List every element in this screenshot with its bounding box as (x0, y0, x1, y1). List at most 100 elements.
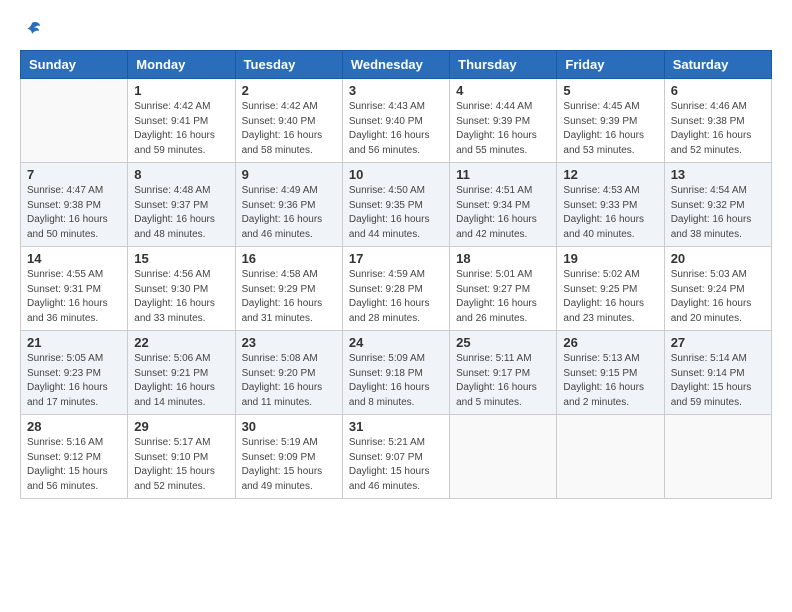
day-number-23: 23 (242, 335, 336, 350)
week-row-1: 1Sunrise: 4:42 AMSunset: 9:41 PMDaylight… (21, 79, 772, 163)
day-number-14: 14 (27, 251, 121, 266)
weekday-header-thursday: Thursday (450, 51, 557, 79)
day-info-2: Sunrise: 4:42 AMSunset: 9:40 PMDaylight:… (242, 100, 336, 158)
calendar-body: 1Sunrise: 4:42 AMSunset: 9:41 PMDaylight… (21, 79, 772, 499)
day-cell-2: 2 Sunrise: 4:42 AMSunset: 9:40 PMDaylight… (235, 79, 342, 163)
day-number-2: 2 (242, 83, 336, 98)
weekday-header-wednesday: Wednesday (342, 51, 449, 79)
day-info-17: Sunrise: 4:59 AMSunset: 9:28 PMDaylight:… (349, 268, 443, 326)
day-cell-28: 28Sunrise: 5:16 AMSunset: 9:12 PMDayligh… (21, 415, 128, 499)
day-cell-6: 6 Sunrise: 4:46 AMSunset: 9:38 PMDaylight… (664, 79, 771, 163)
day-cell-24: 24 Sunrise: 5:09 AMSunset: 9:18 PMDayligh… (342, 331, 449, 415)
day-number-8: 8 (134, 167, 228, 182)
day-cell-7: 7 Sunrise: 4:47 AMSunset: 9:38 PMDaylight… (21, 163, 128, 247)
day-cell-8: 8 Sunrise: 4:48 AMSunset: 9:37 PMDaylight… (128, 163, 235, 247)
day-number-15: 15 (134, 251, 228, 266)
header-section (20, 20, 772, 40)
day-info-19: Sunrise: 5:02 AMSunset: 9:25 PMDaylight:… (563, 268, 657, 326)
empty-cell (21, 79, 128, 163)
day-info-23: Sunrise: 5:08 AMSunset: 9:20 PMDaylight:… (242, 352, 336, 410)
weekday-header-sunday: Sunday (21, 51, 128, 79)
day-info-7: Sunrise: 4:47 AMSunset: 9:38 PMDaylight:… (27, 184, 121, 242)
day-number-22: 22 (134, 335, 228, 350)
day-number-25: 25 (456, 335, 550, 350)
day-cell-31: 31 Sunrise: 5:21 AMSunset: 9:07 PMDayligh… (342, 415, 449, 499)
calendar-header: SundayMondayTuesdayWednesdayThursdayFrid… (21, 51, 772, 79)
day-cell-25: 25Sunrise: 5:11 AMSunset: 9:17 PMDayligh… (450, 331, 557, 415)
day-number-28: 28 (27, 419, 121, 434)
day-cell-29: 29Sunrise: 5:17 AMSunset: 9:10 PMDayligh… (128, 415, 235, 499)
day-info-27: Sunrise: 5:14 AMSunset: 9:14 PMDaylight:… (671, 352, 765, 410)
day-number-24: 24 (349, 335, 443, 350)
day-info-26: Sunrise: 5:13 AMSunset: 9:15 PMDaylight:… (563, 352, 657, 410)
week-row-3: 14 Sunrise: 4:55 AMSunset: 9:31 PMDayligh… (21, 247, 772, 331)
day-number-12: 12 (563, 167, 657, 182)
day-cell-14: 14 Sunrise: 4:55 AMSunset: 9:31 PMDayligh… (21, 247, 128, 331)
day-number-18: 18 (456, 251, 550, 266)
day-number-31: 31 (349, 419, 443, 434)
day-number-16: 16 (242, 251, 336, 266)
day-info-13: Sunrise: 4:54 AMSunset: 9:32 PMDaylight:… (671, 184, 765, 242)
day-number-13: 13 (671, 167, 765, 182)
logo (20, 20, 42, 40)
day-info-30: Sunrise: 5:19 AMSunset: 9:09 PMDaylight:… (242, 436, 336, 494)
day-info-3: Sunrise: 4:43 AMSunset: 9:40 PMDaylight:… (349, 100, 443, 158)
day-cell-13: 13 Sunrise: 4:54 AMSunset: 9:32 PMDayligh… (664, 163, 771, 247)
calendar-table: SundayMondayTuesdayWednesdayThursdayFrid… (20, 50, 772, 499)
day-info-5: Sunrise: 4:45 AMSunset: 9:39 PMDaylight:… (563, 100, 657, 158)
day-number-20: 20 (671, 251, 765, 266)
day-info-4: Sunrise: 4:44 AMSunset: 9:39 PMDaylight:… (456, 100, 550, 158)
day-cell-16: 16Sunrise: 4:58 AMSunset: 9:29 PMDayligh… (235, 247, 342, 331)
day-number-5: 5 (563, 83, 657, 98)
day-info-18: Sunrise: 5:01 AMSunset: 9:27 PMDaylight:… (456, 268, 550, 326)
day-info-12: Sunrise: 4:53 AMSunset: 9:33 PMDaylight:… (563, 184, 657, 242)
weekday-header-friday: Friday (557, 51, 664, 79)
day-cell-15: 15 Sunrise: 4:56 AMSunset: 9:30 PMDayligh… (128, 247, 235, 331)
day-info-31: Sunrise: 5:21 AMSunset: 9:07 PMDaylight:… (349, 436, 443, 494)
empty-cell (664, 415, 771, 499)
day-cell-26: 26 Sunrise: 5:13 AMSunset: 9:15 PMDayligh… (557, 331, 664, 415)
day-info-20: Sunrise: 5:03 AMSunset: 9:24 PMDaylight:… (671, 268, 765, 326)
weekday-header-monday: Monday (128, 51, 235, 79)
day-cell-9: 9 Sunrise: 4:49 AMSunset: 9:36 PMDaylight… (235, 163, 342, 247)
day-number-1: 1 (134, 83, 228, 98)
day-cell-1: 1Sunrise: 4:42 AMSunset: 9:41 PMDaylight… (128, 79, 235, 163)
day-cell-17: 17 Sunrise: 4:59 AMSunset: 9:28 PMDayligh… (342, 247, 449, 331)
day-cell-18: 18 Sunrise: 5:01 AMSunset: 9:27 PMDayligh… (450, 247, 557, 331)
day-info-14: Sunrise: 4:55 AMSunset: 9:31 PMDaylight:… (27, 268, 121, 326)
empty-cell (557, 415, 664, 499)
day-cell-20: 20 Sunrise: 5:03 AMSunset: 9:24 PMDayligh… (664, 247, 771, 331)
day-number-11: 11 (456, 167, 550, 182)
day-number-26: 26 (563, 335, 657, 350)
day-number-17: 17 (349, 251, 443, 266)
weekday-header-saturday: Saturday (664, 51, 771, 79)
day-cell-5: 5 Sunrise: 4:45 AMSunset: 9:39 PMDaylight… (557, 79, 664, 163)
day-info-21: Sunrise: 5:05 AMSunset: 9:23 PMDaylight:… (27, 352, 121, 410)
day-cell-10: 10Sunrise: 4:50 AMSunset: 9:35 PMDayligh… (342, 163, 449, 247)
day-cell-3: 3 Sunrise: 4:43 AMSunset: 9:40 PMDaylight… (342, 79, 449, 163)
day-cell-19: 19 Sunrise: 5:02 AMSunset: 9:25 PMDayligh… (557, 247, 664, 331)
day-info-24: Sunrise: 5:09 AMSunset: 9:18 PMDaylight:… (349, 352, 443, 410)
day-info-8: Sunrise: 4:48 AMSunset: 9:37 PMDaylight:… (134, 184, 228, 242)
day-cell-4: 4 Sunrise: 4:44 AMSunset: 9:39 PMDaylight… (450, 79, 557, 163)
day-number-19: 19 (563, 251, 657, 266)
day-number-9: 9 (242, 167, 336, 182)
logo-bird-icon (22, 20, 42, 40)
day-number-6: 6 (671, 83, 765, 98)
day-number-30: 30 (242, 419, 336, 434)
day-number-21: 21 (27, 335, 121, 350)
day-number-4: 4 (456, 83, 550, 98)
day-cell-12: 12 Sunrise: 4:53 AMSunset: 9:33 PMDayligh… (557, 163, 664, 247)
day-cell-22: 22Sunrise: 5:06 AMSunset: 9:21 PMDayligh… (128, 331, 235, 415)
day-info-29: Sunrise: 5:17 AMSunset: 9:10 PMDaylight:… (134, 436, 228, 494)
day-info-6: Sunrise: 4:46 AMSunset: 9:38 PMDaylight:… (671, 100, 765, 158)
day-number-3: 3 (349, 83, 443, 98)
day-info-15: Sunrise: 4:56 AMSunset: 9:30 PMDaylight:… (134, 268, 228, 326)
day-cell-11: 11Sunrise: 4:51 AMSunset: 9:34 PMDayligh… (450, 163, 557, 247)
day-number-10: 10 (349, 167, 443, 182)
day-number-27: 27 (671, 335, 765, 350)
day-cell-23: 23 Sunrise: 5:08 AMSunset: 9:20 PMDayligh… (235, 331, 342, 415)
day-cell-21: 21 Sunrise: 5:05 AMSunset: 9:23 PMDayligh… (21, 331, 128, 415)
day-number-7: 7 (27, 167, 121, 182)
day-info-9: Sunrise: 4:49 AMSunset: 9:36 PMDaylight:… (242, 184, 336, 242)
